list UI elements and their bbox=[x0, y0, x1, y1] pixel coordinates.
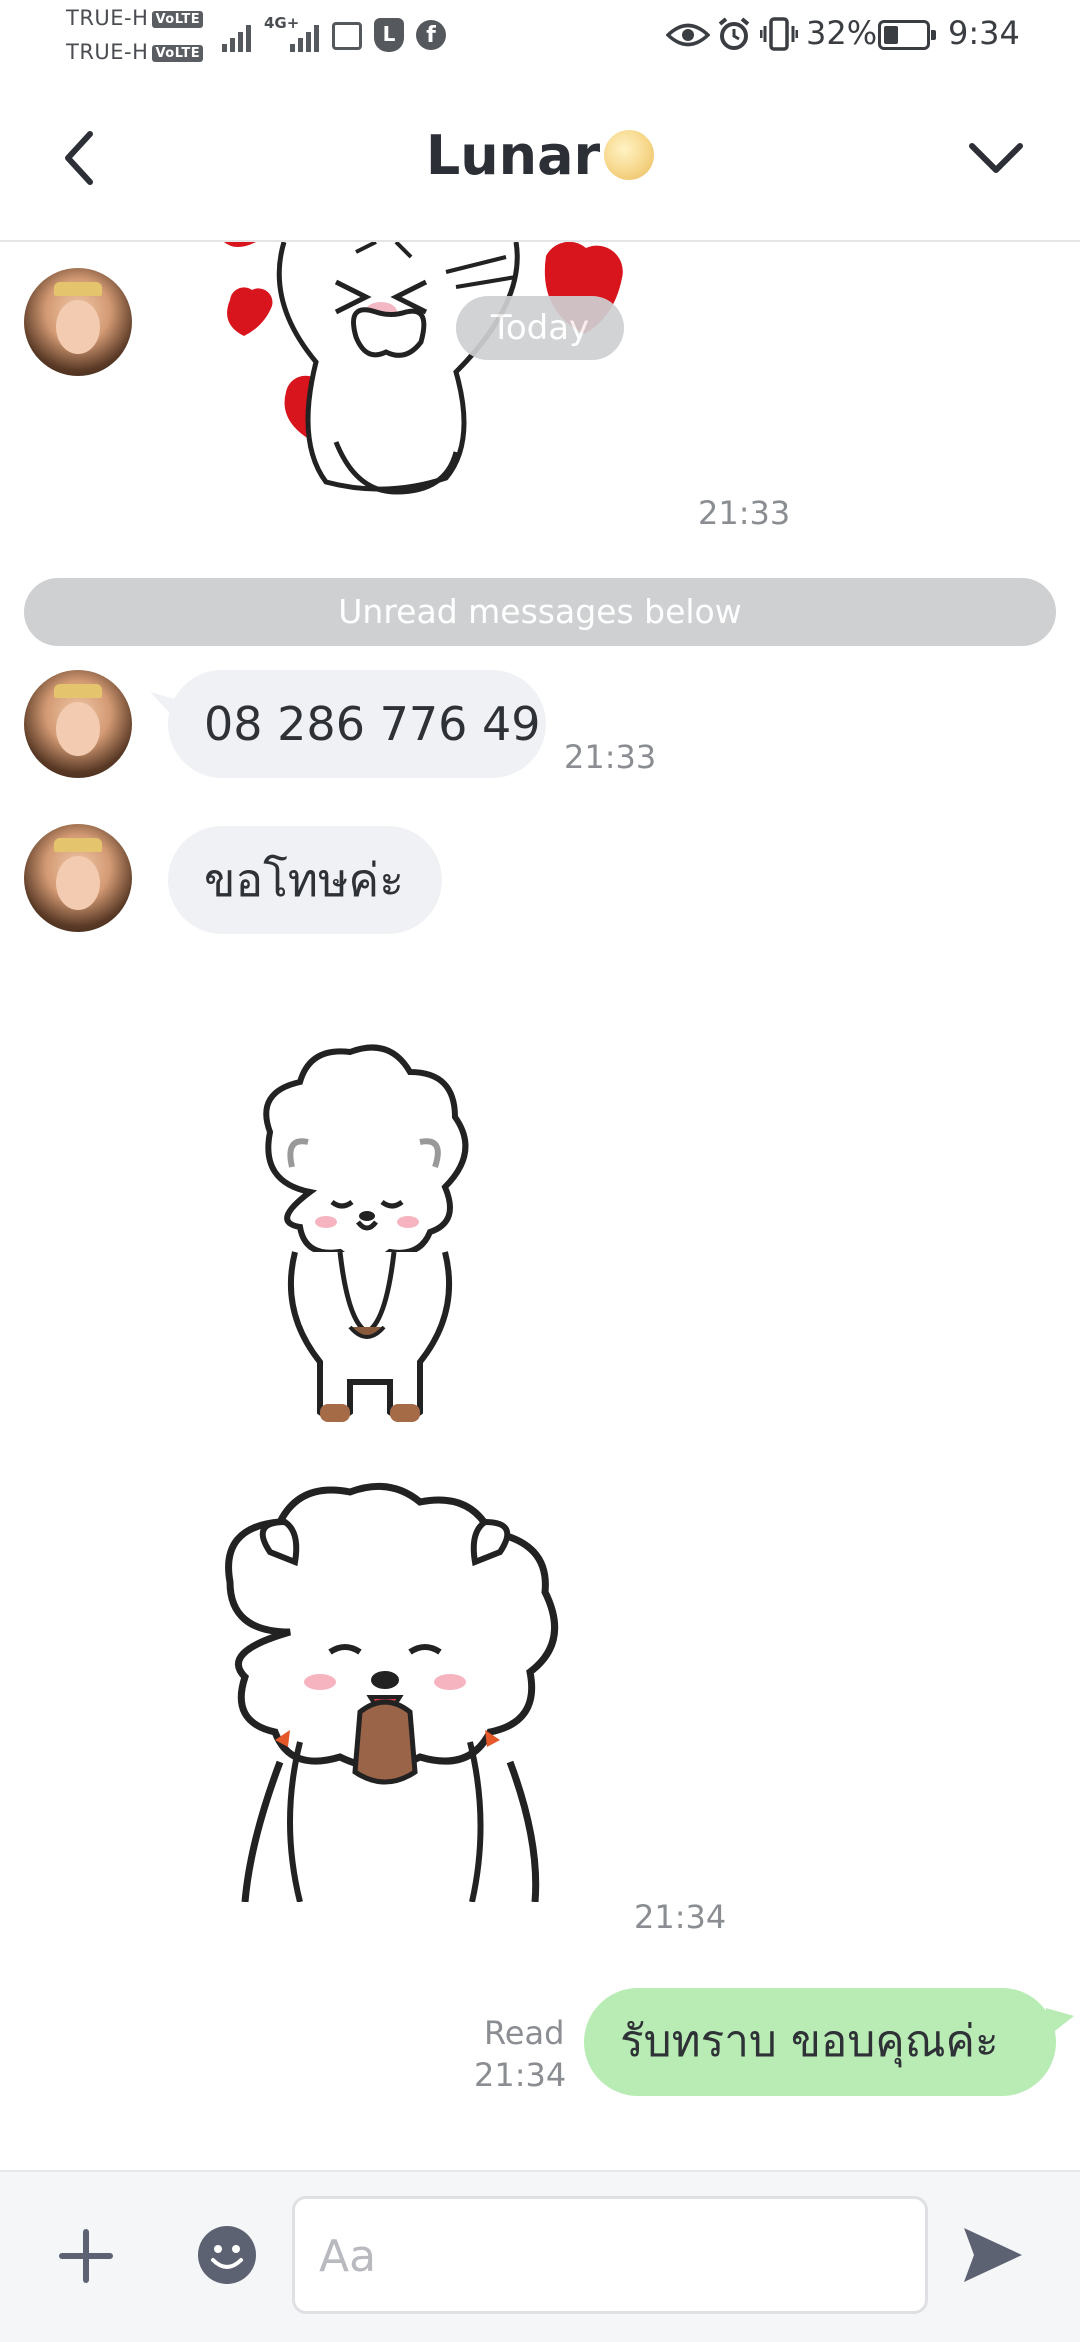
battery-percent: 32% bbox=[806, 14, 878, 52]
bubble-tail bbox=[1046, 2008, 1074, 2038]
chat-title-text: Lunar bbox=[425, 124, 601, 187]
message-time: 21:34 bbox=[474, 2056, 567, 2094]
input-bar bbox=[0, 2170, 1080, 2342]
message-time: 21:34 bbox=[634, 1898, 727, 1936]
signal-icon bbox=[222, 20, 258, 52]
sim-icon bbox=[332, 22, 362, 50]
signal-icon-2 bbox=[290, 20, 326, 52]
clock: 9:34 bbox=[948, 14, 1020, 52]
full-moon-emoji bbox=[604, 130, 655, 180]
chevron-down-icon[interactable] bbox=[966, 136, 1026, 180]
facebook-icon: f bbox=[416, 20, 446, 50]
sheep-pray-sticker[interactable] bbox=[210, 1482, 580, 1902]
avatar[interactable] bbox=[24, 268, 132, 376]
volte-badge-1: VoLTE bbox=[152, 11, 204, 28]
chat-title[interactable]: Lunar bbox=[0, 124, 1080, 187]
battery-icon bbox=[878, 20, 936, 50]
unread-separator: Unread messages below bbox=[24, 578, 1056, 646]
plus-icon[interactable] bbox=[56, 2226, 116, 2286]
eye-icon bbox=[666, 23, 710, 47]
message-time: 21:33 bbox=[698, 494, 791, 532]
carrier-1: TRUE-H VoLTE bbox=[66, 6, 204, 30]
today-separator: Today bbox=[456, 296, 624, 360]
message-bubble[interactable]: ขอโทษค่ะ bbox=[168, 826, 442, 934]
carrier-2: TRUE-H VoLTE bbox=[66, 40, 204, 64]
message-bubble-outgoing[interactable]: รับทราบ ขอบคุณค่ะ bbox=[584, 1988, 1056, 2096]
chat-area[interactable]: Today 21:33 Unread messages below 08 286… bbox=[0, 242, 1080, 2168]
message-time: 21:33 bbox=[564, 738, 657, 776]
volte-badge-2: VoLTE bbox=[152, 45, 204, 62]
avatar[interactable] bbox=[24, 824, 132, 932]
carrier-2-label: TRUE-H bbox=[66, 40, 149, 64]
vibrate-icon bbox=[760, 17, 798, 51]
sheep-bow-sticker[interactable] bbox=[240, 1042, 500, 1462]
message-input-field[interactable] bbox=[292, 2196, 928, 2314]
chat-header: Lunar bbox=[0, 80, 1080, 242]
message-bubble[interactable]: 08 286 776 49 bbox=[168, 670, 546, 778]
emoji-icon[interactable] bbox=[196, 2224, 258, 2286]
cat-hearts-sticker[interactable] bbox=[206, 242, 646, 512]
avatar[interactable] bbox=[24, 670, 132, 778]
alarm-icon bbox=[718, 17, 750, 50]
carrier-1-label: TRUE-H bbox=[66, 6, 149, 30]
status-bar: TRUE-H VoLTE TRUE-H VoLTE 4G+ L f 32% 9:34 bbox=[0, 0, 1080, 80]
send-icon[interactable] bbox=[960, 2224, 1026, 2286]
read-receipt: Read bbox=[484, 2014, 565, 2052]
message-input[interactable] bbox=[295, 2199, 881, 2313]
message-text: 08 286 776 49 bbox=[204, 697, 541, 751]
message-text: ขอโทษค่ะ bbox=[204, 853, 404, 907]
line-icon: L bbox=[374, 18, 404, 52]
message-text: รับทราบ ขอบคุณค่ะ bbox=[620, 2016, 999, 2067]
